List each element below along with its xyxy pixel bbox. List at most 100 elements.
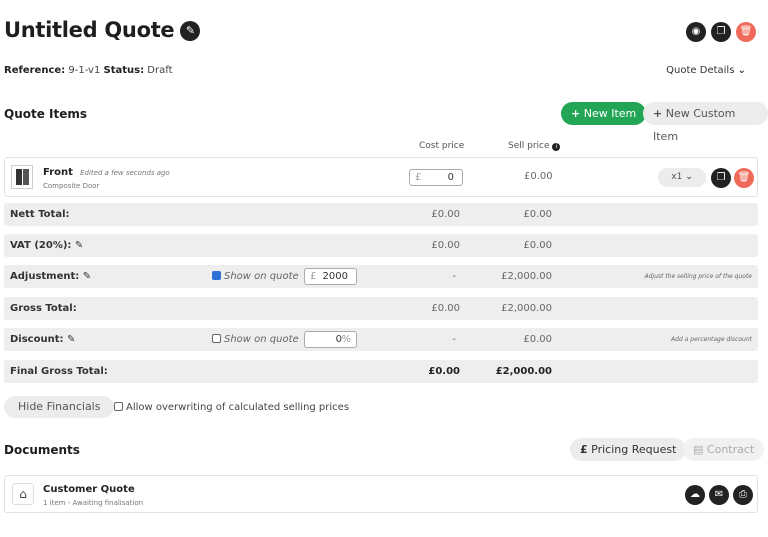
- pricing-request-label: Pricing Request: [591, 443, 677, 456]
- door-panel-left: [16, 169, 22, 185]
- checkbox-unchecked[interactable]: [212, 334, 221, 343]
- camera-icon[interactable]: ◉: [686, 22, 706, 42]
- adjustment-show-label: Show on quote: [224, 271, 299, 282]
- discount-label-group: Discount: ✎: [10, 328, 75, 351]
- nett-total-cost: £0.00: [431, 209, 460, 220]
- contract-label: Contract: [706, 443, 755, 456]
- final-gross-total-row: Final Gross Total: £0.00 £2,000.00: [4, 360, 758, 383]
- plus-icon: +: [571, 107, 581, 120]
- discount-input[interactable]: 0 %: [304, 331, 357, 348]
- gross-total-label: Gross Total:: [10, 303, 77, 314]
- customer-quote-document[interactable]: ⌂ Customer Quote 1 item - Awaiting final…: [4, 475, 758, 513]
- sell-price-header-text: Sell price: [508, 141, 550, 151]
- nett-total-row: Nett Total: £0.00 £0.00: [4, 203, 758, 226]
- email-icon[interactable]: ✉: [709, 485, 729, 505]
- chevron-down-icon: ⌄: [685, 172, 693, 182]
- checkbox-unchecked[interactable]: [114, 402, 123, 411]
- quantity-value: x1: [671, 172, 683, 182]
- status-label: Status:: [103, 65, 145, 76]
- cost-value: 0: [447, 172, 454, 183]
- document-title: Customer Quote: [43, 484, 135, 495]
- new-custom-item-label: New Custom Item: [653, 107, 736, 143]
- final-gross-cost: £0.00: [428, 366, 460, 377]
- item-name: Front: [43, 167, 73, 178]
- document-status: 1 item - Awaiting finalisation: [43, 499, 144, 507]
- documents-heading: Documents: [4, 443, 80, 457]
- edit-title-icon[interactable]: ✎: [180, 21, 201, 41]
- item-sell-price: £0.00: [524, 171, 553, 182]
- pencil-icon[interactable]: ✎: [75, 240, 83, 251]
- nett-total-sell: £0.00: [523, 209, 552, 220]
- hide-financials-button[interactable]: Hide Financials: [4, 396, 115, 418]
- adjustment-show-on-quote[interactable]: Show on quote: [212, 265, 299, 288]
- cost-price-header: Cost price: [419, 141, 465, 151]
- quote-details-toggle[interactable]: Quote Details ⌄: [666, 65, 746, 76]
- sell-price-header: Sell price i: [508, 141, 561, 151]
- new-item-button[interactable]: + New Item: [561, 102, 647, 125]
- final-gross-label: Final Gross Total:: [10, 366, 108, 377]
- plus-icon: +: [653, 107, 663, 120]
- adjustment-note: Adjust the selling price of the quote: [644, 273, 752, 280]
- item-edited: Edited a few seconds ago: [80, 169, 170, 177]
- quote-item-row[interactable]: Front Edited a few seconds ago Composite…: [4, 157, 758, 197]
- vat-sell: £0.00: [523, 240, 552, 251]
- document-icon: ▤: [693, 443, 704, 456]
- reference-label: Reference:: [4, 65, 66, 76]
- pencil-icon[interactable]: ✎: [83, 271, 91, 282]
- gross-total-sell: £2,000.00: [501, 303, 552, 314]
- item-cost-input[interactable]: £ 0: [409, 169, 463, 186]
- allow-overwrite-label: Allow overwriting of calculated selling …: [126, 402, 350, 413]
- vat-label-group: VAT (20%): ✎: [10, 234, 83, 257]
- page-title-text: Untitled Quote: [4, 18, 175, 42]
- pricing-request-button[interactable]: £ Pricing Request: [570, 438, 687, 461]
- adjustment-sell: £2,000.00: [501, 271, 552, 282]
- cloud-download-icon[interactable]: ☁: [685, 485, 705, 505]
- vat-label: VAT (20%):: [10, 240, 72, 251]
- quote-details-label: Quote Details: [666, 65, 735, 76]
- door-thumbnail: [11, 165, 33, 189]
- adjustment-cost: -: [452, 271, 456, 282]
- info-icon[interactable]: i: [552, 143, 561, 151]
- duplicate-item-icon[interactable]: ❐: [711, 168, 731, 188]
- quote-items-heading: Quote Items: [4, 107, 88, 121]
- quantity-select[interactable]: x1 ⌄: [658, 168, 706, 187]
- adjustment-label-group: Adjustment: ✎: [10, 265, 91, 288]
- reference-status: Reference: 9-1-v1 Status: Draft: [4, 65, 173, 76]
- adjustment-prefix: £: [310, 271, 317, 282]
- delete-icon[interactable]: 🗑: [736, 22, 756, 42]
- discount-row: Discount: ✎ Show on quote 0 % - £0.00 Ad…: [4, 328, 758, 351]
- new-custom-item-button[interactable]: + New Custom Item: [643, 102, 768, 143]
- pencil-icon[interactable]: ✎: [67, 334, 75, 345]
- chevron-down-icon: ⌄: [737, 65, 746, 76]
- discount-note: Add a percentage discount: [671, 336, 752, 343]
- nett-total-label: Nett Total:: [10, 209, 70, 220]
- cost-prefix: £: [415, 172, 422, 183]
- item-title-line: Front Edited a few seconds ago: [43, 167, 170, 178]
- discount-suffix: %: [341, 334, 351, 345]
- checkbox-checked[interactable]: [212, 271, 221, 280]
- pound-icon: £: [580, 443, 588, 456]
- new-item-label: New Item: [583, 107, 637, 120]
- discount-show-on-quote[interactable]: Show on quote: [212, 328, 299, 351]
- discount-label: Discount:: [10, 334, 64, 345]
- discount-cost: -: [452, 334, 456, 345]
- item-type: Composite Door: [43, 182, 100, 190]
- door-panel-right: [23, 169, 29, 185]
- status-value: Draft: [147, 65, 173, 76]
- vat-cost: £0.00: [431, 240, 460, 251]
- delete-item-icon[interactable]: 🗑: [734, 168, 754, 188]
- adjustment-input[interactable]: £ 2000: [304, 268, 357, 285]
- page-title: Untitled Quote ✎: [4, 18, 201, 42]
- discount-sell: £0.00: [523, 334, 552, 345]
- home-icon: ⌂: [12, 483, 34, 505]
- adjustment-value: 2000: [322, 271, 348, 282]
- allow-overwrite-option[interactable]: Allow overwriting of calculated selling …: [114, 402, 349, 413]
- contract-button[interactable]: ▤ Contract: [683, 438, 765, 461]
- gross-total-row: Gross Total: £0.00 £2,000.00: [4, 297, 758, 320]
- gross-total-cost: £0.00: [431, 303, 460, 314]
- adjustment-row: Adjustment: ✎ Show on quote £ 2000 - £2,…: [4, 265, 758, 288]
- copy-icon[interactable]: ❐: [711, 22, 731, 42]
- discount-show-label: Show on quote: [224, 334, 299, 345]
- print-icon[interactable]: ⎙: [733, 485, 753, 505]
- vat-row: VAT (20%): ✎ £0.00 £0.00: [4, 234, 758, 257]
